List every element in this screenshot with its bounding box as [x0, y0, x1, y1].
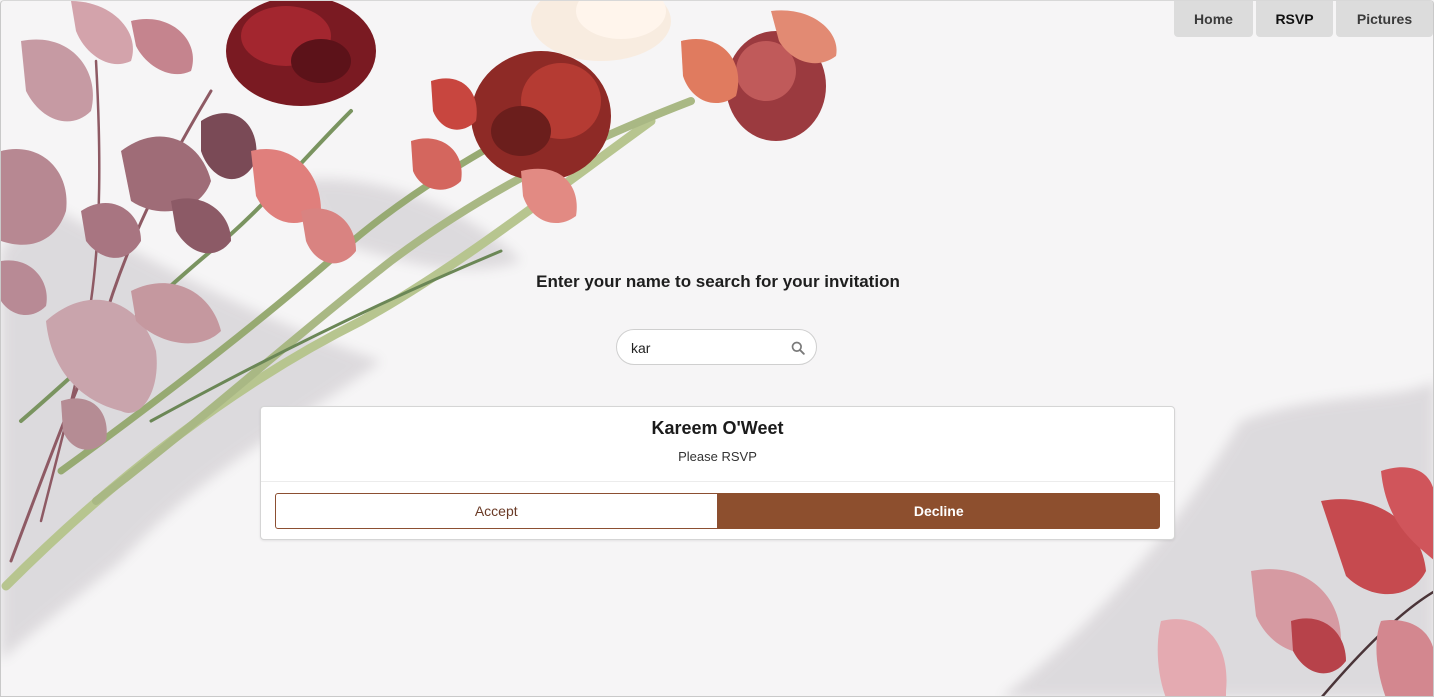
search-icon[interactable]: [791, 341, 805, 355]
nav-home[interactable]: Home: [1174, 1, 1253, 37]
search-prompt-heading: Enter your name to search for your invit…: [536, 272, 900, 291]
top-nav: Home RSVP Pictures: [1174, 1, 1433, 37]
name-search-input[interactable]: [631, 338, 781, 358]
decline-button[interactable]: Decline: [717, 493, 1160, 529]
accept-button[interactable]: Accept: [275, 493, 718, 529]
rsvp-button-group: Accept Decline: [275, 493, 1160, 529]
rsvp-status: Please RSVP: [678, 449, 757, 464]
invitation-result-card: Kareem O'Weet Please RSVP Accept Decline: [260, 406, 1175, 540]
search-box: [616, 329, 817, 365]
card-divider: [261, 481, 1174, 482]
nav-rsvp[interactable]: RSVP: [1256, 1, 1333, 37]
page-frame: Home RSVP Pictures Enter your name to se…: [0, 0, 1434, 697]
guest-name: Kareem O'Weet: [651, 418, 784, 438]
nav-pictures[interactable]: Pictures: [1336, 1, 1433, 37]
